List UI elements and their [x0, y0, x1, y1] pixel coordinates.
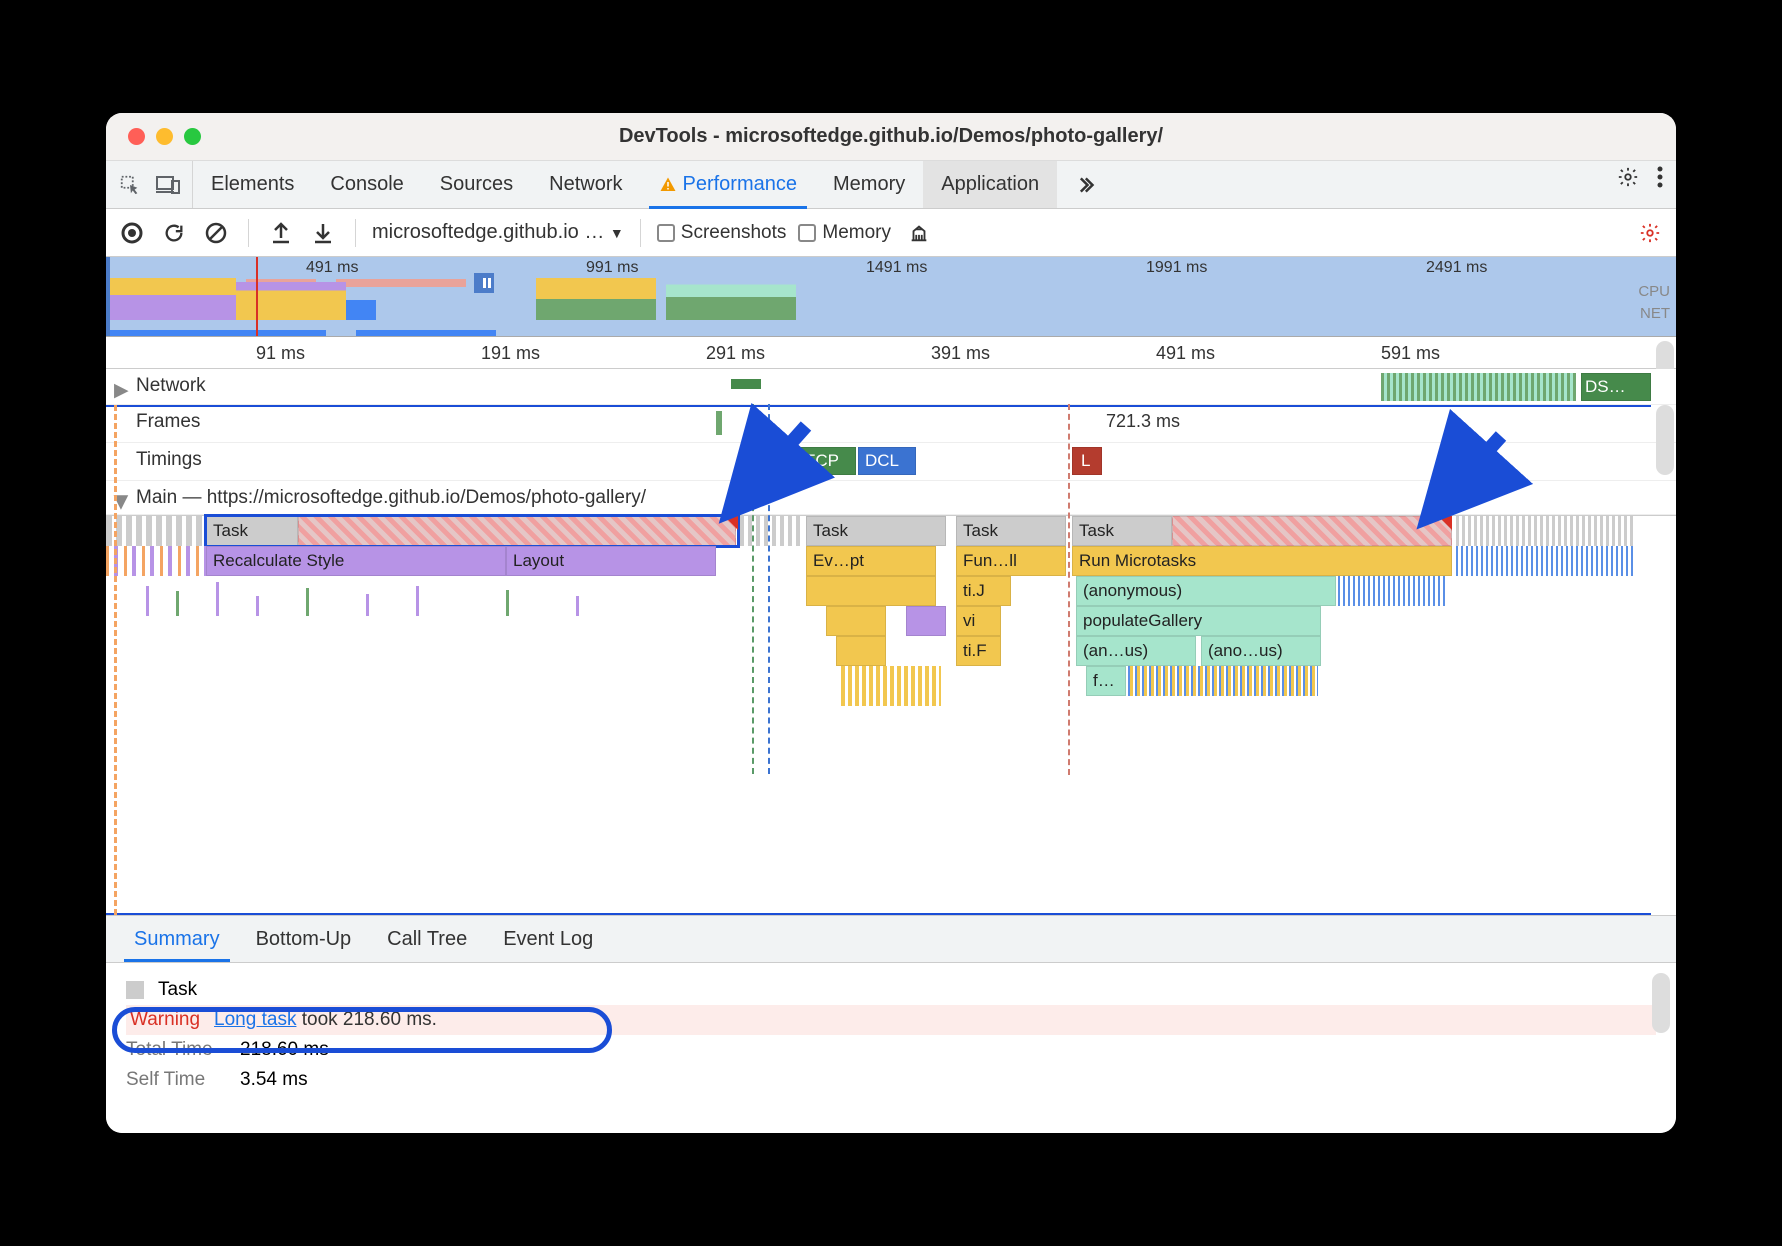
timing-fcp[interactable]: FCP	[798, 447, 856, 475]
overview-handle-left[interactable]	[106, 257, 110, 336]
detail-tabbar: Summary Bottom-Up Call Tree Event Log	[106, 915, 1676, 963]
tab-network[interactable]: Network	[531, 161, 640, 208]
tab-bottom-up[interactable]: Bottom-Up	[238, 916, 370, 962]
titlebar: DevTools - microsoftedge.github.io/Demos…	[106, 113, 1676, 161]
flame-task[interactable]: Task	[956, 516, 1066, 546]
tab-summary[interactable]: Summary	[116, 916, 238, 962]
flame-chart-area[interactable]: ▶ Network DS… Frames 721.3 ms Timings P …	[106, 369, 1676, 915]
overview-timeline[interactable]: 491 ms 991 ms 1491 ms 1991 ms 2491 ms CP…	[106, 257, 1676, 337]
tab-application[interactable]: Application	[923, 161, 1057, 208]
timing-fp[interactable]: P	[766, 447, 796, 475]
flame-microtasks[interactable]: Run Microtasks	[1072, 546, 1452, 576]
tab-sources[interactable]: Sources	[422, 161, 531, 208]
scrollbar-thumb[interactable]	[1656, 405, 1674, 475]
disclosure-icon[interactable]: ▶	[114, 379, 129, 402]
devtools-window: DevTools - microsoftedge.github.io/Demos…	[106, 113, 1676, 1133]
zoom-window-button[interactable]	[184, 128, 201, 145]
network-block[interactable]: DS…	[1581, 373, 1651, 401]
tab-elements[interactable]: Elements	[193, 161, 312, 208]
flame-recalc-style[interactable]: Recalculate Style	[206, 546, 506, 576]
task-swatch	[126, 981, 144, 999]
panel-tabbar: Elements Console Sources Network Perform…	[106, 161, 1676, 209]
network-lane-label: Network	[136, 375, 206, 397]
main-lane-label: Main — https://microsoftedge.github.io/D…	[136, 487, 646, 509]
flame-populate[interactable]: populateGallery	[1076, 606, 1321, 636]
overview-tick: 1491 ms	[866, 259, 927, 277]
record-button[interactable]	[116, 217, 148, 249]
memory-checkbox[interactable]: Memory	[798, 222, 891, 244]
close-window-button[interactable]	[128, 128, 145, 145]
tab-event-log[interactable]: Event Log	[485, 916, 611, 962]
traffic-lights	[106, 128, 201, 145]
flame-event[interactable]: Ev…pt	[806, 546, 936, 576]
long-task-link[interactable]: Long task	[214, 1009, 296, 1030]
total-time-label: Total Time	[126, 1039, 226, 1061]
more-menu-icon[interactable]	[1644, 161, 1676, 193]
flame-tij[interactable]: ti.J	[956, 576, 1011, 606]
overview-tick: 2491 ms	[1426, 259, 1487, 277]
ruler-tick: 291 ms	[706, 343, 765, 364]
warning-label: Warning	[130, 1009, 200, 1031]
ruler-tick: 91 ms	[256, 343, 305, 364]
summary-pane: Task Warning Long task took 218.60 ms. T…	[106, 963, 1676, 1133]
flame-anon[interactable]: (anonymous)	[1076, 576, 1336, 606]
more-tabs-button[interactable]	[1057, 161, 1113, 208]
overview-handle-right[interactable]	[474, 273, 494, 293]
overview-lane-labels: CPU NET	[1638, 281, 1670, 325]
chevron-right-icon	[1075, 175, 1095, 195]
flame-task[interactable]: Task	[206, 516, 298, 546]
flame-f[interactable]: f…	[1086, 666, 1126, 696]
capture-settings-icon[interactable]	[1634, 217, 1666, 249]
scrollbar-thumb[interactable]	[1652, 973, 1670, 1033]
window-title: DevTools - microsoftedge.github.io/Demos…	[106, 125, 1676, 148]
warning-row: Warning Long task took 218.60 ms.	[126, 1005, 1656, 1035]
minimize-window-button[interactable]	[156, 128, 173, 145]
overview-tick: 991 ms	[586, 259, 638, 277]
flame-task[interactable]: Task	[806, 516, 946, 546]
timing-dcl[interactable]: DCL	[858, 447, 916, 475]
flame-long-task[interactable]	[298, 516, 736, 546]
flame-anon2[interactable]: (an…us)	[1076, 636, 1196, 666]
flame-tif[interactable]: ti.F	[956, 636, 1001, 666]
self-time-label: Self Time	[126, 1069, 226, 1091]
self-time-value: 3.54 ms	[240, 1069, 308, 1091]
ruler-tick: 191 ms	[481, 343, 540, 364]
garbage-collect-icon[interactable]	[903, 217, 935, 249]
flame-anon3[interactable]: (ano…us)	[1201, 636, 1321, 666]
flame-vi[interactable]: vi	[956, 606, 1001, 636]
flame-function[interactable]: Fun…ll	[956, 546, 1066, 576]
download-profile-icon[interactable]	[307, 217, 339, 249]
ruler-tick: 591 ms	[1381, 343, 1440, 364]
profile-url[interactable]: microsoftedge.github.io … ▼	[372, 221, 624, 244]
ruler-tick: 391 ms	[931, 343, 990, 364]
flame-task[interactable]: Task	[1072, 516, 1172, 546]
overview-tick: 1991 ms	[1146, 259, 1207, 277]
tab-memory[interactable]: Memory	[815, 161, 923, 208]
time-ruler[interactable]: 91 ms 191 ms 291 ms 391 ms 491 ms 591 ms	[106, 337, 1676, 369]
frames-lane-label: Frames	[136, 411, 200, 433]
summary-title: Task	[158, 979, 197, 1001]
flame-layout[interactable]: Layout	[506, 546, 716, 576]
tab-console[interactable]: Console	[312, 161, 421, 208]
flame-long-task[interactable]	[1172, 516, 1452, 546]
warning-icon	[659, 176, 677, 194]
settings-icon[interactable]	[1612, 161, 1644, 193]
timings-lane-label: Timings	[136, 449, 202, 471]
inspect-element-icon[interactable]	[114, 169, 146, 201]
overview-tick: 491 ms	[306, 259, 358, 277]
total-time-value: 218.60 ms	[240, 1039, 329, 1061]
clear-button[interactable]	[200, 217, 232, 249]
reload-button[interactable]	[158, 217, 190, 249]
ruler-tick: 491 ms	[1156, 343, 1215, 364]
upload-profile-icon[interactable]	[265, 217, 297, 249]
time-marker: 721.3 ms	[1106, 411, 1180, 432]
tab-call-tree[interactable]: Call Tree	[369, 916, 485, 962]
timing-l[interactable]: L	[1072, 447, 1102, 475]
performance-toolbar: microsoftedge.github.io … ▼ Screenshots …	[106, 209, 1676, 257]
device-toolbar-icon[interactable]	[152, 169, 184, 201]
screenshots-checkbox[interactable]: Screenshots	[657, 222, 787, 244]
tab-performance[interactable]: Performance	[641, 161, 816, 208]
